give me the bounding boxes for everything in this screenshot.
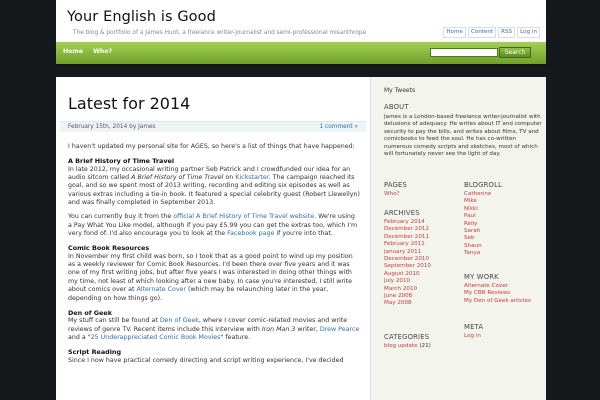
archive-link[interactable]: March 2010	[384, 286, 417, 292]
meta-login-link[interactable]: Log in	[464, 333, 481, 339]
archive-link[interactable]: September 2010	[384, 263, 431, 269]
blogroll-link[interactable]: Paul	[464, 213, 476, 219]
blogroll-link[interactable]: Tanya	[464, 250, 480, 256]
comic-movies-link[interactable]: 25 Underappreciated Comic Book Movies	[91, 334, 221, 341]
category-count: (21)	[419, 343, 431, 349]
drew-pearce-link[interactable]: Drew Pearce	[320, 326, 359, 333]
my-tweets-link[interactable]: My Tweets	[384, 87, 415, 94]
category-link[interactable]: blog update	[384, 343, 418, 349]
my-work-link[interactable]: My Den of Geek articles	[464, 298, 531, 304]
page-wrapper: Your English is Good The blog & portfoli…	[56, 0, 546, 400]
archive-link[interactable]: July 2010	[384, 278, 410, 284]
site-header: Your English is Good The blog & portfoli…	[56, 0, 546, 42]
den-of-geek-link[interactable]: Den of Geek	[160, 317, 199, 324]
top-links: Home Content RSS Log in	[443, 27, 540, 38]
pages-widget: PAGES Who?	[384, 181, 454, 198]
post-meta: February 15th, 2014 by James 1 comment »	[60, 121, 366, 132]
search-input[interactable]	[430, 48, 498, 57]
archive-link[interactable]: December 2011	[384, 234, 429, 240]
site-title[interactable]: Your English is Good	[67, 9, 216, 25]
kickstarter-link[interactable]: Kickstarter	[235, 174, 269, 181]
top-link-login[interactable]: Log in	[517, 27, 540, 38]
post-title[interactable]: Latest for 2014	[68, 94, 190, 113]
archive-link[interactable]: December 2012	[384, 226, 429, 232]
post-body: I haven't updated my personal site for A…	[68, 143, 360, 371]
blogroll-link[interactable]: Mike	[464, 198, 477, 204]
top-link-rss[interactable]: RSS	[498, 27, 516, 38]
my-work-link[interactable]: Alternate Cover	[464, 283, 508, 289]
meta-title: META	[464, 323, 484, 331]
paragraph: Since I now have practical comedy direct…	[68, 356, 344, 364]
paragraph: My stuff can still be found at Den of Ge…	[68, 317, 360, 341]
archive-link[interactable]: January 2011	[384, 249, 421, 255]
nav-item-home[interactable]: Home	[60, 47, 86, 56]
blogroll-link[interactable]: Seb	[464, 235, 475, 241]
post-intro: I haven't updated my personal site for A…	[68, 143, 355, 150]
my-work-link[interactable]: My CBR Reviews	[464, 290, 510, 296]
search-button[interactable]: Search	[499, 47, 531, 58]
section-heading-time-travel: A Brief History of Time Travel	[68, 157, 175, 166]
blogroll-link[interactable]: Relly	[464, 221, 478, 227]
archive-link[interactable]: February 2014	[384, 219, 425, 225]
top-link-home[interactable]: Home	[443, 27, 466, 38]
paragraph: In November my first child was born, so …	[68, 252, 353, 302]
meta-widget: META Log in	[464, 323, 544, 340]
top-link-content[interactable]: Content	[467, 27, 497, 38]
blogroll-link[interactable]: Shaun	[464, 243, 482, 249]
archive-link[interactable]: May 2008	[384, 300, 412, 306]
archive-link[interactable]: February 2011	[384, 241, 425, 247]
about-title: ABOUT	[384, 103, 409, 111]
about-widget: ABOUT James is a London-based freelance …	[384, 103, 542, 158]
archives-widget: ARCHIVES February 2014 December 2012 Dec…	[384, 209, 454, 308]
categories-title: CATEGORIES	[384, 333, 430, 341]
blogroll-link[interactable]: Sarah	[464, 228, 480, 234]
blogroll-title: BLOGROLL	[464, 181, 503, 189]
comments-link[interactable]: 1 comment »	[320, 124, 358, 130]
section-heading-den-of-geek: Den of Geek	[68, 308, 112, 317]
my-work-widget: MY WORK Alternate Cover My CBR Reviews M…	[464, 273, 544, 305]
archive-link[interactable]: December 2010	[384, 256, 429, 262]
nav-bar: Home Who? Search	[56, 42, 546, 64]
archive-link[interactable]: June 2008	[384, 293, 412, 299]
blogroll-widget: BLOGROLL Catherine Mike Nikki Paul Relly…	[464, 181, 534, 258]
pages-title: PAGES	[384, 181, 408, 189]
section-heading-script-reading: Script Reading	[68, 348, 122, 357]
main-nav: Home Who?	[60, 47, 115, 56]
my-work-title: MY WORK	[464, 273, 499, 281]
alternate-cover-link[interactable]: Alternate Cover	[137, 286, 187, 293]
archives-title: ARCHIVES	[384, 209, 420, 217]
section-heading-cbr: Comic Book Resources	[68, 244, 150, 253]
sidebar: My Tweets ABOUT James is a London-based …	[370, 77, 546, 400]
nav-item-who[interactable]: Who?	[90, 47, 115, 56]
post-date: February 15th, 2014 by James	[68, 124, 156, 130]
categories-widget: CATEGORIES blog update (21)	[384, 333, 464, 350]
archive-link[interactable]: August 2010	[384, 271, 420, 277]
site-tagline: The blog & portfolio of a James Hunt, a …	[73, 30, 367, 36]
page-link-who[interactable]: Who?	[384, 191, 399, 197]
paragraph: In late 2012, my occasional writing part…	[68, 165, 360, 207]
paragraph: You can currently buy it from the offici…	[68, 213, 358, 238]
blogroll-link[interactable]: Nikki	[464, 206, 478, 212]
facebook-link[interactable]: Facebook page	[227, 230, 274, 237]
blogroll-link[interactable]: Catherine	[464, 191, 491, 197]
about-text: James is a London-based freelance writer…	[384, 114, 542, 158]
official-site-link[interactable]: official A Brief History of Time Travel …	[173, 213, 314, 220]
main-content: Latest for 2014 February 15th, 2014 by J…	[56, 77, 370, 400]
